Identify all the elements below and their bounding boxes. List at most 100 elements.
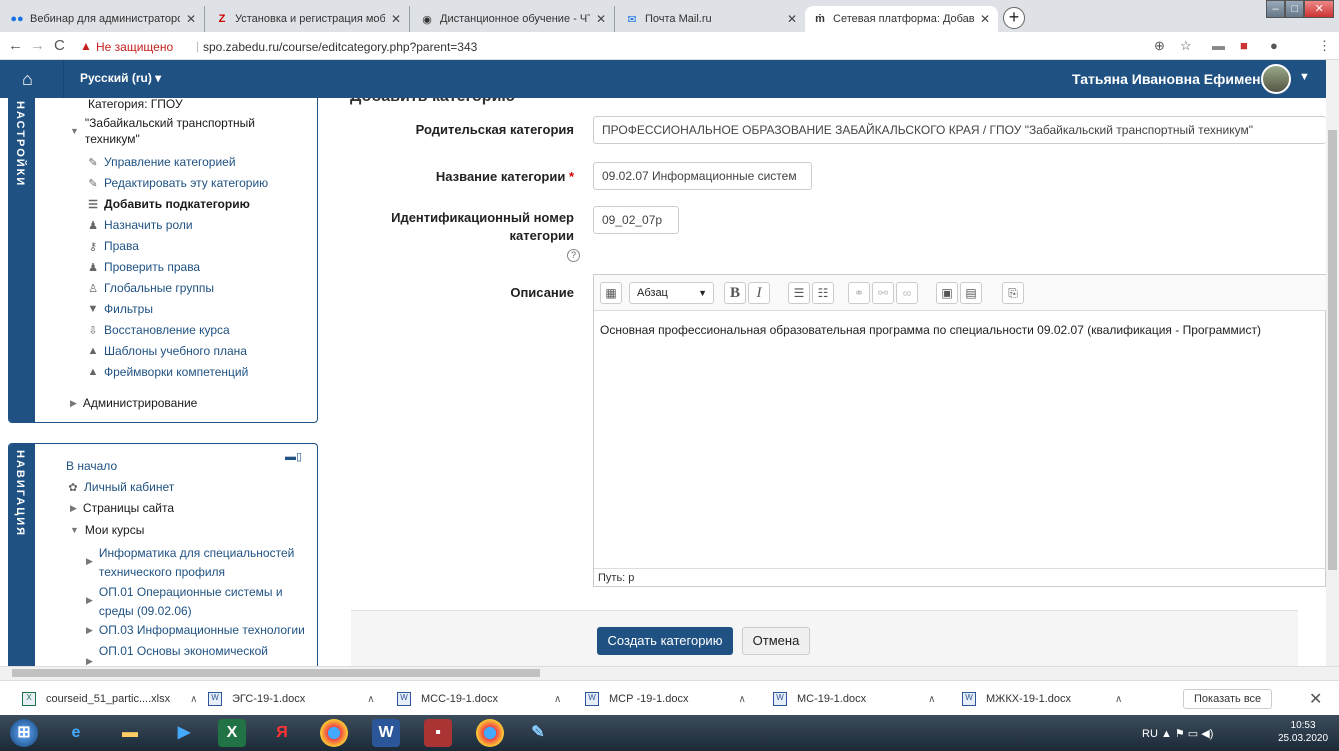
folder-icon[interactable]: ▬ (116, 719, 144, 747)
unlink-icon[interactable]: ⚯ (872, 282, 894, 304)
settings-item[interactable]: ✎ Управление категорией (86, 155, 235, 169)
anchor-icon[interactable]: ∞ (896, 282, 918, 304)
close-icon[interactable]: ✕ (980, 12, 990, 26)
menu-icon[interactable]: ⋮ (1318, 38, 1331, 54)
chevron-up-icon[interactable]: ∧ (928, 694, 935, 705)
window-close-button[interactable]: ✕ (1304, 0, 1334, 18)
settings-item[interactable]: ♟ Проверить права (86, 260, 200, 274)
browser-tab[interactable]: Z Установка и регистрация моби ✕ (207, 6, 410, 32)
link-icon[interactable]: ⚭ (848, 282, 870, 304)
settings-item[interactable]: ⚷ Права (86, 239, 139, 253)
nav-course[interactable]: ▶ ОП.03 Информационные технологии (86, 623, 305, 637)
word-icon[interactable]: W (372, 719, 400, 747)
new-tab-button[interactable]: + (1003, 7, 1025, 29)
bold-icon[interactable]: B (724, 282, 746, 304)
start-icon[interactable]: ⊞ (10, 719, 38, 747)
chrome-icon[interactable] (320, 719, 348, 747)
home-icon[interactable]: ⌂ (22, 69, 33, 90)
extension-icon[interactable]: ▬ (1212, 38, 1225, 53)
nav-home[interactable]: В начало (66, 459, 117, 473)
settings-item[interactable]: ♙ Глобальные группы (86, 281, 214, 295)
close-icon[interactable]: ✕ (596, 12, 606, 26)
back-arrow-icon[interactable]: ← (8, 37, 23, 54)
nav-course[interactable]: ▶ ОП.01 Основы экономической (86, 644, 268, 666)
download-item[interactable]: W МЖКХ-19-1.docx ∧ (962, 692, 1122, 706)
download-item[interactable]: W МСС-19-1.docx ∧ (397, 692, 561, 706)
maximize-button[interactable]: □ (1285, 0, 1305, 18)
cancel-button[interactable]: Отмена (742, 627, 810, 655)
settings-item[interactable]: ♟ Назначить роли (86, 218, 193, 232)
ie-icon[interactable]: e (62, 719, 90, 747)
extension-icon[interactable]: ■ (1240, 38, 1248, 53)
settings-item[interactable]: ⇩ Восстановление курса (86, 323, 229, 337)
settings-item[interactable]: ▲ Шаблоны учебного плана (86, 344, 247, 358)
settings-item-active[interactable]: ☰ Добавить подкатегорию (86, 197, 250, 211)
chevron-up-icon[interactable]: ∧ (738, 694, 745, 705)
show-all-button[interactable]: Показать все (1183, 689, 1273, 709)
nav-course[interactable]: ▶ ОП.01 Операционные системы и среды (09.0… (86, 583, 283, 621)
chevron-down-icon[interactable]: ▼ (1299, 71, 1310, 83)
close-icon[interactable]: ✕ (391, 12, 401, 26)
save-icon[interactable]: ▪ (424, 719, 452, 747)
close-icon[interactable]: ✕ (787, 12, 797, 26)
user-name[interactable]: Татьяна Ивановна Ефименко (1072, 71, 1276, 87)
yandex-icon[interactable]: Я (268, 719, 296, 747)
bullet-list-icon[interactable]: ☰ (788, 282, 810, 304)
toolbar-toggle-icon[interactable]: ▦ (600, 282, 622, 304)
help-icon[interactable]: ? (567, 249, 580, 262)
category-name-field[interactable]: 09.02.07 Информационные систем (593, 162, 812, 190)
settings-item[interactable]: ▼ Фильтры (86, 302, 153, 316)
download-item[interactable]: W ЭГС-19-1.docx ∧ (208, 692, 375, 706)
horizontal-scroll-thumb[interactable] (12, 669, 540, 677)
category-id-field[interactable]: 09_02_07р (593, 206, 679, 234)
clock[interactable]: 10:53 25.03.2020 (1278, 719, 1328, 745)
vertical-scroll-thumb[interactable] (1328, 130, 1337, 570)
browser-tab[interactable]: ✉ Почта Mail.ru ✕ (617, 6, 805, 32)
language-indicator[interactable]: RU (1142, 728, 1158, 740)
forward-arrow-icon[interactable]: → (30, 37, 45, 54)
dock-icon[interactable]: ▬▯ (285, 450, 302, 463)
browser-tab-active[interactable]: ṁ Сетевая платформа: Добавить ✕ (805, 6, 998, 32)
zoom-icon[interactable]: ⊕ (1154, 38, 1165, 54)
excel-icon[interactable]: X (218, 719, 246, 747)
nav-site-pages[interactable]: ▶ Страницы сайта (70, 501, 174, 515)
star-icon[interactable]: ☆ (1180, 38, 1192, 54)
italic-icon[interactable]: I (748, 282, 770, 304)
media-player-icon[interactable]: ▶ (170, 719, 198, 747)
image-icon[interactable]: ▣ (936, 282, 958, 304)
chevron-up-icon[interactable]: ∧ (1115, 694, 1122, 705)
download-item[interactable]: Xcourseid_51_partic....xlsx ∧ (22, 692, 197, 706)
security-warning[interactable]: Не защищено (96, 40, 173, 54)
url-field[interactable]: spo.zabedu.ru/course/editcategory.php?pa… (203, 40, 477, 54)
media-icon[interactable]: ▤ (960, 282, 982, 304)
settings-item[interactable]: ✎ Редактировать эту категорию (86, 176, 268, 190)
browser-tab[interactable]: ◉ Дистанционное обучение - ЧТС ✕ (412, 6, 615, 32)
chevron-up-icon[interactable]: ∧ (554, 694, 561, 705)
language-menu[interactable]: Русский (ru) ▾ (80, 71, 161, 85)
nav-my-courses[interactable]: ▼ Мои курсы (70, 523, 144, 537)
nav-dashboard[interactable]: ✿ Личный кабинет (66, 480, 174, 494)
category-item[interactable]: ▼ "Забайкальский транспортный техникум" (70, 115, 275, 147)
paint-icon[interactable]: ✎ (524, 719, 552, 747)
browser-tab[interactable]: ●● Вебинар для администраторов ✕ (2, 6, 205, 32)
category-item-cut[interactable]: Категория: ГПОУ (88, 98, 183, 111)
description-text[interactable]: Основная профессиональная образовательна… (600, 323, 1261, 337)
download-item[interactable]: W МС-19-1.docx ∧ (773, 692, 935, 706)
format-select[interactable]: Абзац ▼ (629, 282, 714, 304)
close-icon[interactable]: ✕ (1309, 689, 1322, 709)
nav-course[interactable]: ▶ Информатика для специальностей техническ… (86, 544, 294, 582)
create-category-button[interactable]: Создать категорию (597, 627, 733, 655)
reload-icon[interactable]: C (54, 37, 65, 54)
settings-item-admin[interactable]: ▶ Администрирование (70, 396, 197, 410)
chrome-icon[interactable] (476, 719, 504, 747)
numbered-list-icon[interactable]: ☷ (812, 282, 834, 304)
download-item[interactable]: W МСР -19-1.docx ∧ (585, 692, 746, 706)
profile-icon[interactable]: ● (1270, 38, 1278, 53)
parent-category-select[interactable]: ПРОФЕССИОНАЛЬНОЕ ОБРАЗОВАНИЕ ЗАБАЙКАЛЬСК… (593, 116, 1326, 144)
close-icon[interactable]: ✕ (186, 12, 196, 26)
avatar[interactable] (1261, 64, 1291, 94)
chevron-up-icon[interactable]: ∧ (190, 694, 197, 705)
paste-icon[interactable]: ⎘ (1002, 282, 1024, 304)
chevron-up-icon[interactable]: ∧ (367, 694, 374, 705)
settings-item[interactable]: ▲ Фреймворки компетенций (86, 365, 249, 379)
